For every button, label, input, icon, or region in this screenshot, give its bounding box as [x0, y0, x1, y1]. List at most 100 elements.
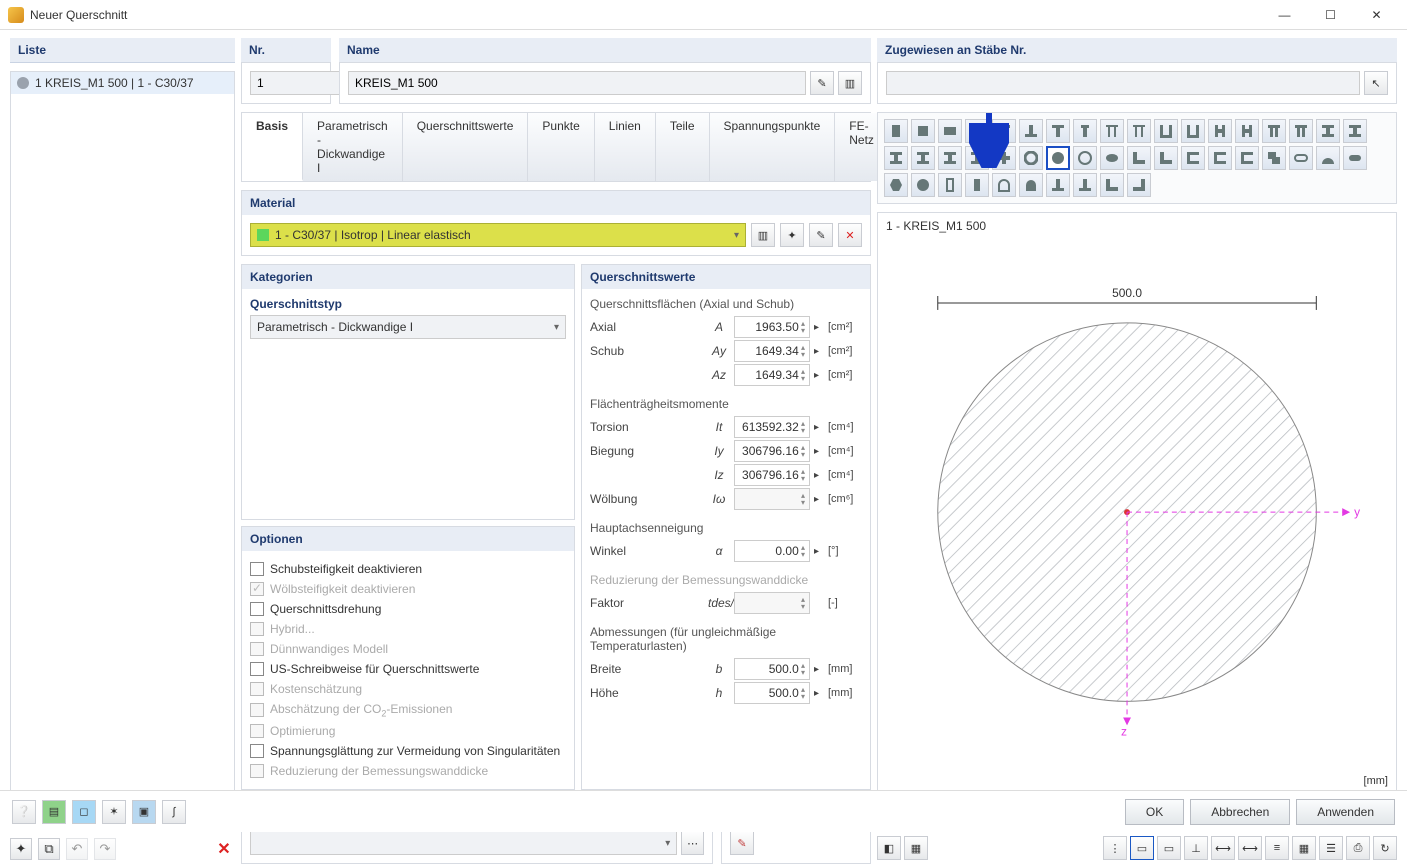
shape-h2-icon[interactable]	[1235, 119, 1259, 143]
shape-t3-icon[interactable]	[1046, 119, 1070, 143]
apply-button[interactable]: Anwenden	[1296, 799, 1395, 825]
shape-arch3-icon[interactable]	[1019, 173, 1043, 197]
minimize-button[interactable]: —	[1262, 1, 1307, 29]
legend-button[interactable]: ≡	[1265, 836, 1289, 860]
shape-tt2-icon[interactable]	[1127, 119, 1151, 143]
axes-button[interactable]: ⊥	[1184, 836, 1208, 860]
tab-basis[interactable]: Basis	[242, 113, 303, 181]
help-button[interactable]: ❔	[12, 800, 36, 824]
cancel-button[interactable]: Abbrechen	[1190, 799, 1290, 825]
style2-button[interactable]: ▭	[1157, 836, 1181, 860]
shape-solid-circle2-icon[interactable]	[911, 173, 935, 197]
shape-tt-icon[interactable]	[1100, 119, 1124, 143]
Iy-input[interactable]: 306796.16 ▴ ▾	[734, 440, 810, 462]
shape-tube-icon[interactable]	[938, 173, 962, 197]
shape-lt2-icon[interactable]	[1073, 173, 1097, 197]
h-input[interactable]: 500.0 ▴ ▾	[734, 682, 810, 704]
shape-obround2-icon[interactable]	[1343, 146, 1367, 170]
shape-l2-icon[interactable]	[1154, 146, 1178, 170]
material-new-button[interactable]: ✦	[780, 223, 804, 247]
kommentar-select[interactable]	[250, 831, 677, 855]
shape-hex-icon[interactable]	[884, 173, 908, 197]
shape-c2-icon[interactable]	[1208, 146, 1232, 170]
material-lib-button[interactable]: ▥	[751, 223, 775, 247]
tab-spannungspunkte[interactable]: Spannungspunkte	[710, 113, 836, 181]
f5-button[interactable]: ∫	[162, 800, 186, 824]
shape-l-icon[interactable]	[1127, 146, 1151, 170]
shape-i2-icon[interactable]	[1343, 119, 1367, 143]
opt-us-checkbox[interactable]	[250, 662, 264, 676]
tab-teile[interactable]: Teile	[656, 113, 710, 181]
nav-button[interactable]: ◧	[877, 836, 901, 860]
style1-button[interactable]: ▭	[1130, 836, 1154, 860]
colors-button[interactable]: ▦	[1292, 836, 1316, 860]
shape-arch-icon[interactable]	[1316, 146, 1340, 170]
shape-lt-icon[interactable]	[1046, 173, 1070, 197]
shape-l3-icon[interactable]	[1100, 173, 1124, 197]
A-input[interactable]: 1963.50 ▴ ▾	[734, 316, 810, 338]
alpha-input[interactable]: 0.00 ▴ ▾	[734, 540, 810, 562]
shape-ring2-icon[interactable]	[1073, 146, 1097, 170]
dim2-button[interactable]: ⟷	[1238, 836, 1262, 860]
Az-input[interactable]: 1649.34 ▴ ▾	[734, 364, 810, 386]
shape-rect-icon[interactable]	[884, 119, 908, 143]
Iz-input[interactable]: 306796.16 ▴ ▾	[734, 464, 810, 486]
f1-button[interactable]: ▤	[42, 800, 66, 824]
shape-obround-icon[interactable]	[1289, 146, 1313, 170]
refresh-button[interactable]: ↻	[1373, 836, 1397, 860]
assigned-pick-button[interactable]: ↖	[1364, 71, 1388, 95]
shape-arch2-icon[interactable]	[992, 173, 1016, 197]
library-button[interactable]: ▥	[838, 71, 862, 95]
shape-square-icon[interactable]	[938, 119, 962, 143]
shape-i5-icon[interactable]	[938, 146, 962, 170]
shape-circle-icon[interactable]	[1046, 146, 1070, 170]
name-input[interactable]	[348, 71, 806, 95]
copy-button[interactable]: ⧉	[38, 838, 60, 860]
close-button[interactable]: ✕	[1354, 1, 1399, 29]
shape-u2-icon[interactable]	[1181, 119, 1205, 143]
material-select[interactable]: 1 - C30/37 | Isotrop | Linear elastisch	[250, 223, 746, 247]
b-input[interactable]: 500.0 ▴ ▾	[734, 658, 810, 680]
shape-tube2-icon[interactable]	[965, 173, 989, 197]
shape-rect2-icon[interactable]	[911, 119, 935, 143]
fit-button[interactable]: ▦	[904, 836, 928, 860]
f4-button[interactable]: ▣	[132, 800, 156, 824]
opt-schub-checkbox[interactable]	[250, 562, 264, 576]
material-delete-button[interactable]: ✕	[838, 223, 862, 247]
shape-ring-icon[interactable]	[1019, 146, 1043, 170]
shape-i6-icon[interactable]	[965, 146, 989, 170]
shape-c-icon[interactable]	[1181, 146, 1205, 170]
f2-button[interactable]: ◻	[72, 800, 96, 824]
shape-i3-icon[interactable]	[884, 146, 908, 170]
tab-parametrisch[interactable]: Parametrisch - Dickwandige I	[303, 113, 403, 181]
shape-h-icon[interactable]	[1208, 119, 1232, 143]
section-list[interactable]: 1 KREIS_M1 500 | 1 - C30/37	[10, 71, 235, 826]
rsection-button[interactable]: ✎	[730, 831, 754, 855]
shape-pi-icon[interactable]	[1262, 119, 1286, 143]
preview-area[interactable]: 1 - KREIS_M1 500 500.0	[877, 212, 1397, 792]
opt-spannung-checkbox[interactable]	[250, 744, 264, 758]
shape-x-icon[interactable]	[992, 146, 1016, 170]
It-input[interactable]: 613592.32 ▴ ▾	[734, 416, 810, 438]
dim-button[interactable]: ⟷	[1211, 836, 1235, 860]
new-button[interactable]: ✦	[10, 838, 32, 860]
shape-i-icon[interactable]	[1316, 119, 1340, 143]
shape-u-icon[interactable]	[1154, 119, 1178, 143]
edit-name-button[interactable]: ✎	[810, 71, 834, 95]
opt-drehung-checkbox[interactable]	[250, 602, 264, 616]
ok-button[interactable]: OK	[1125, 799, 1184, 825]
print-button[interactable]: ⎙	[1346, 836, 1370, 860]
shape-t-icon[interactable]	[992, 119, 1016, 143]
shape-pi2-icon[interactable]	[1289, 119, 1313, 143]
f3-button[interactable]: ✶	[102, 800, 126, 824]
kommentar-button[interactable]: ⋯	[681, 831, 704, 855]
tab-querschnittswerte[interactable]: Querschnittswerte	[403, 113, 529, 181]
querschnitttyp-select[interactable]: Parametrisch - Dickwandige I	[250, 315, 566, 339]
assigned-input[interactable]	[886, 71, 1360, 95]
list-item[interactable]: 1 KREIS_M1 500 | 1 - C30/37	[11, 72, 234, 94]
list-view-button[interactable]: ☰	[1319, 836, 1343, 860]
shape-i4-icon[interactable]	[911, 146, 935, 170]
maximize-button[interactable]: ☐	[1308, 1, 1353, 29]
shape-z-icon[interactable]	[1262, 146, 1286, 170]
material-edit-button[interactable]: ✎	[809, 223, 833, 247]
